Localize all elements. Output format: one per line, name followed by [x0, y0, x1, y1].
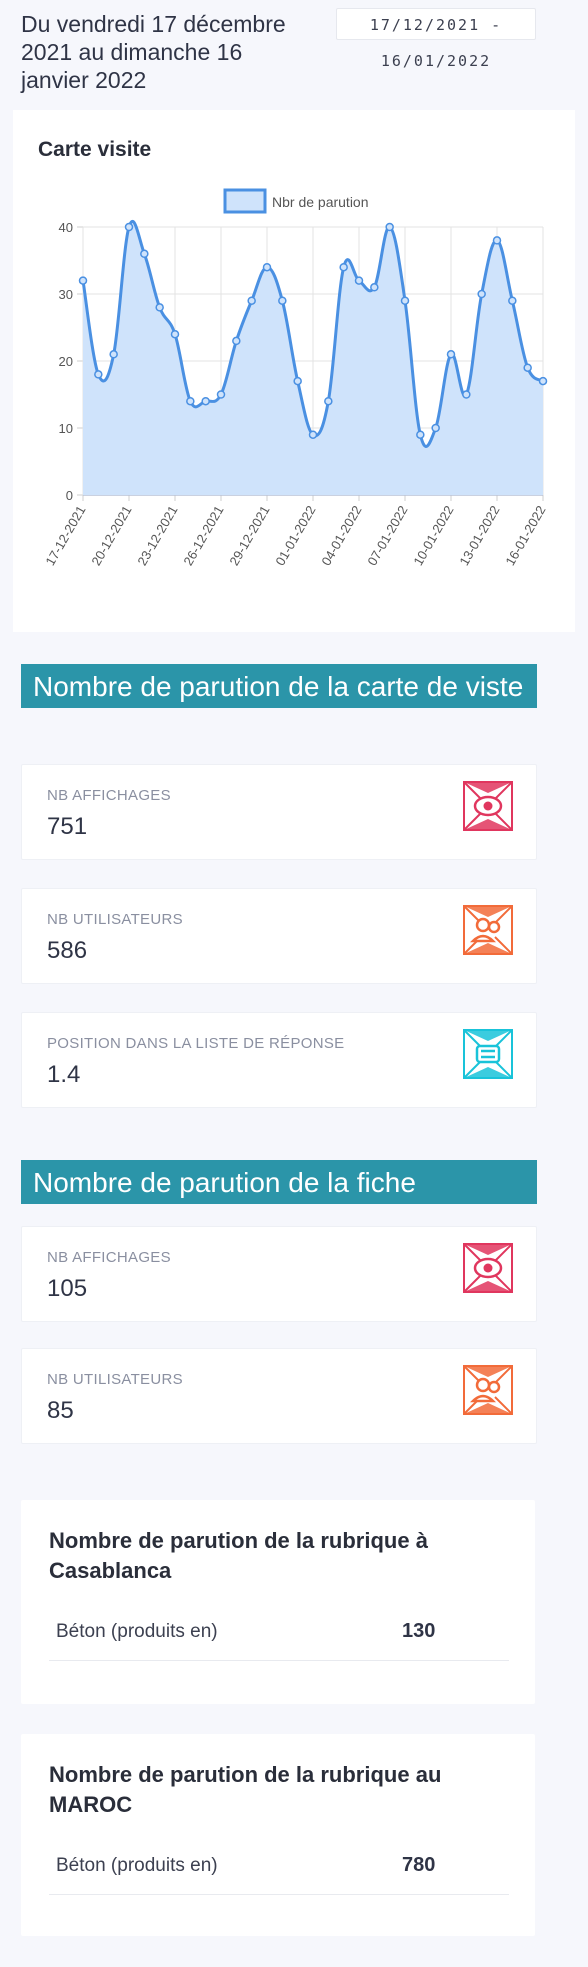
- data-point: [140, 249, 149, 259]
- x-tick-label: 13-01-2022: [456, 503, 502, 568]
- y-tick-label: 10: [59, 421, 73, 436]
- data-point: [477, 289, 486, 299]
- stat-card-position: POSITION DANS LA LISTE DE RÉPONSE 1.4: [21, 1012, 537, 1108]
- parution-chart: 01020304017-12-2021 20-12-2021 23-12-2021 2…: [42, 188, 549, 568]
- data-point: [278, 296, 287, 305]
- data-point: [186, 396, 195, 406]
- x-tick-label: 26-12-2021: [180, 503, 226, 568]
- data-point: [523, 363, 532, 372]
- rubrique-row-name: Béton (produits en): [56, 1855, 218, 1876]
- x-tick-label: 10-01-2022: [410, 503, 456, 568]
- rubrique-card-casablanca: Nombre de parution de la rubrique à Casa…: [21, 1500, 535, 1704]
- x-tick-label: 07-01-2022: [364, 503, 410, 568]
- rubrique-row-value: 130: [402, 1620, 436, 1642]
- x-tick-label: 17-12-2021: [42, 503, 88, 568]
- data-point: [232, 336, 241, 346]
- x-tick-label: 01-01-2022: [272, 503, 318, 568]
- data-point: [94, 370, 103, 379]
- legend-swatch: [223, 188, 267, 214]
- eye-icon: [463, 1243, 513, 1293]
- section-title-fiche: Nombre de parution de la fiche: [21, 1160, 537, 1204]
- stat-label: NB UTILISATEURS: [47, 911, 183, 928]
- data-point: [492, 236, 502, 245]
- data-point: [446, 350, 456, 359]
- data-point: [508, 296, 517, 305]
- data-point: [216, 390, 226, 399]
- data-point: [538, 376, 548, 386]
- section-title-carte: Nombre de parution de la carte de viste: [21, 664, 537, 708]
- stat-value: 1.4: [47, 1061, 81, 1088]
- date-range-input-end[interactable]: 16/01/2022: [336, 52, 536, 70]
- stat-value: 105: [47, 1275, 88, 1302]
- rubrique-row-value: 780: [402, 1854, 436, 1876]
- x-tick-label: 29-12-2021: [226, 503, 272, 568]
- rubrique-row-name: Béton (produits en): [56, 1621, 218, 1642]
- stat-label: NB AFFICHAGES: [47, 1249, 171, 1266]
- x-tick-label: 04-01-2022: [318, 503, 364, 568]
- data-point: [308, 430, 318, 439]
- data-point: [262, 262, 272, 272]
- data-point: [385, 222, 394, 232]
- data-point: [78, 276, 88, 285]
- date-range-input[interactable]: 17/12/2021 -: [336, 8, 536, 40]
- stat-card-utilisateurs-fiche: NB UTILISATEURS 85: [21, 1348, 537, 1444]
- stat-value: 586: [47, 937, 88, 964]
- rubrique-card-maroc: Nombre de parution de la rubrique au MAR…: [21, 1734, 535, 1936]
- data-point: [339, 262, 348, 272]
- users-icon: [463, 1365, 513, 1415]
- stat-value: 751: [47, 813, 88, 840]
- y-tick-label: 30: [59, 287, 73, 302]
- x-tick-label: 16-01-2022: [502, 503, 548, 568]
- data-point: [109, 350, 118, 359]
- data-point: [170, 329, 180, 339]
- x-tick-label: 23-12-2021: [134, 503, 180, 568]
- chart-card: Carte visite 0 10 20 30 40 17-12-2021 20-12-20…: [13, 110, 575, 632]
- data-point: [400, 296, 410, 305]
- rubrique-title: Nombre de parution de la rubrique au MAR…: [49, 1762, 442, 1817]
- row-divider: [49, 1660, 509, 1661]
- data-point: [155, 303, 164, 312]
- data-point: [354, 276, 364, 285]
- date-range-title: Du vendredi 17 décembre 2021 au dimanche…: [21, 11, 286, 93]
- stat-label: NB AFFICHAGES: [47, 787, 171, 804]
- y-tick-label: 0: [66, 488, 73, 503]
- x-tick-label: 20-12-2021: [88, 503, 134, 568]
- rubrique-title: Nombre de parution de la rubrique à Casa…: [49, 1528, 428, 1583]
- stat-card-utilisateurs: NB UTILISATEURS 586: [21, 888, 537, 984]
- data-point: [416, 430, 425, 439]
- data-point: [201, 396, 210, 406]
- data-point: [324, 396, 333, 406]
- stat-card-affichages: NB AFFICHAGES 751: [21, 764, 537, 860]
- list-position-icon: [463, 1029, 513, 1079]
- users-icon: [463, 905, 513, 955]
- stat-value: 85: [47, 1397, 74, 1424]
- y-tick-label: 20: [59, 354, 73, 369]
- row-divider: [49, 1894, 509, 1895]
- data-point: [462, 390, 471, 399]
- y-tick-label: 40: [59, 220, 73, 235]
- legend-label: Nbr de parution: [272, 194, 369, 210]
- stat-card-affichages-fiche: NB AFFICHAGES 105: [21, 1226, 537, 1322]
- eye-icon: [463, 781, 513, 831]
- data-point: [293, 376, 302, 386]
- stat-label: NB UTILISATEURS: [47, 1371, 183, 1388]
- data-point: [124, 222, 134, 232]
- data-point: [431, 423, 440, 433]
- stat-label: POSITION DANS LA LISTE DE RÉPONSE: [47, 1035, 345, 1052]
- data-point: [370, 283, 379, 292]
- data-point: [247, 296, 256, 305]
